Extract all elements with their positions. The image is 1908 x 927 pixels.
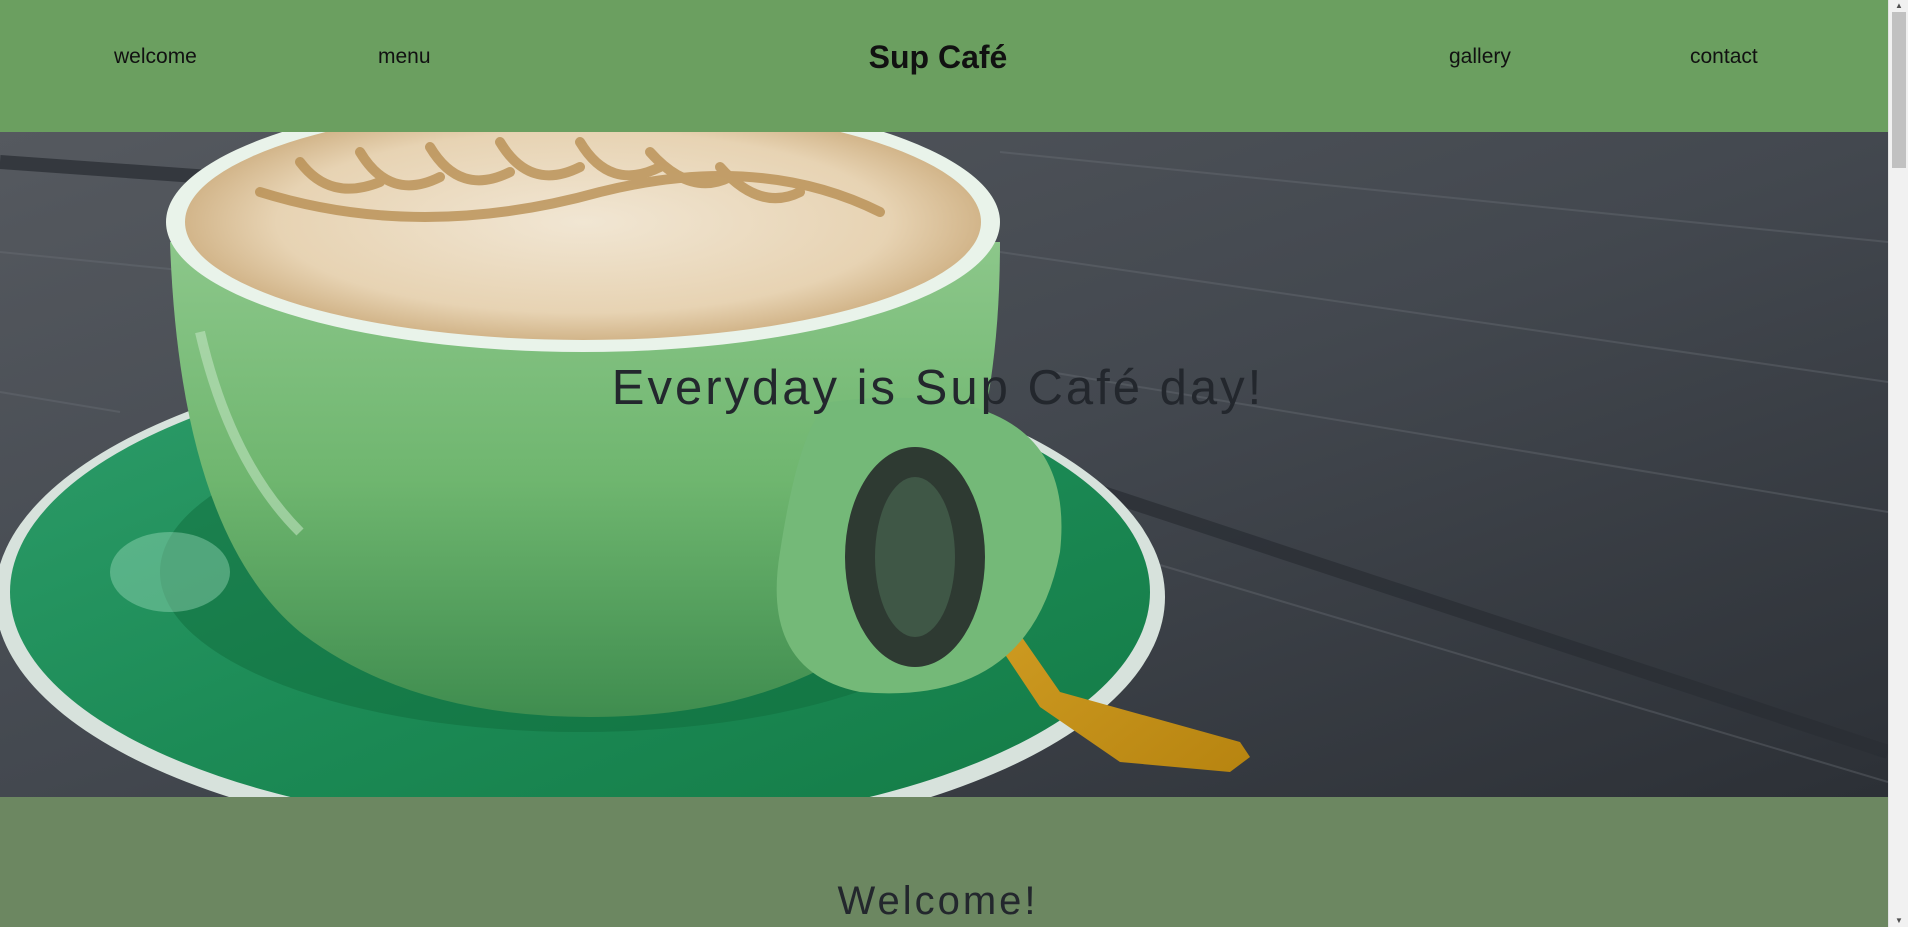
hero-banner: Everyday is Sup Café day! xyxy=(0,132,1888,797)
hero-coffee-image xyxy=(0,132,1888,797)
vertical-scrollbar[interactable]: ▲ ▼ xyxy=(1888,0,1908,927)
nav-link-menu[interactable]: menu xyxy=(378,45,431,69)
page: welcome menu Sup Café gallery contact Ev… xyxy=(0,0,1888,927)
nav-link-contact[interactable]: contact xyxy=(1690,45,1758,69)
brand-title[interactable]: Sup Café xyxy=(869,39,1008,75)
hero-tagline: Everyday is Sup Café day! xyxy=(611,361,1265,415)
nav-link-gallery[interactable]: gallery xyxy=(1449,45,1511,69)
scroll-down-arrow-icon[interactable]: ▼ xyxy=(1889,915,1908,927)
scroll-up-arrow-icon[interactable]: ▲ xyxy=(1889,0,1908,12)
brand-container: Sup Café xyxy=(0,39,1876,76)
welcome-section: Welcome! xyxy=(0,797,1888,927)
scroll-thumb[interactable] xyxy=(1892,12,1906,168)
welcome-heading: Welcome! xyxy=(837,879,1039,923)
nav-link-welcome[interactable]: welcome xyxy=(114,45,197,69)
top-navbar: welcome menu Sup Café gallery contact xyxy=(0,0,1888,132)
